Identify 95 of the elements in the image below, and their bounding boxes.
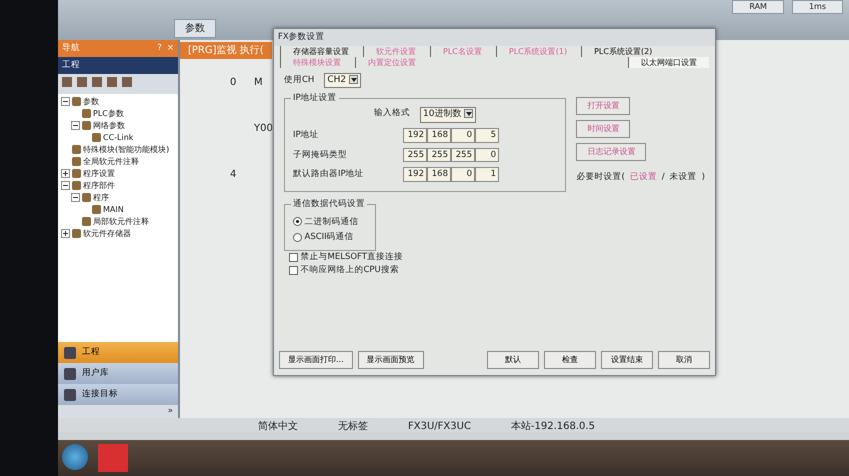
status-text: 本站-192.168.0.5 bbox=[510, 420, 595, 431]
step-number: 4 bbox=[230, 168, 238, 182]
field-label: 子网掩码类型 bbox=[293, 148, 348, 162]
field-label: 默认路由器IP地址 bbox=[293, 168, 365, 181]
tree-item[interactable]: 软元件存储器 bbox=[83, 228, 131, 240]
dialog-button[interactable]: 显示画面打印... bbox=[279, 351, 353, 369]
device-label: M bbox=[254, 76, 263, 90]
note-text: 未设置 bbox=[670, 170, 697, 184]
octet-field[interactable]: 5 bbox=[475, 128, 499, 142]
tree-item[interactable]: PLC参数 bbox=[93, 108, 124, 120]
octet-field[interactable]: 255 bbox=[427, 148, 451, 162]
tab[interactable]: 以太网端口设置 bbox=[628, 56, 709, 68]
node-icon bbox=[72, 145, 81, 154]
expand-toggle[interactable] bbox=[71, 121, 80, 130]
octet-field[interactable]: 168 bbox=[427, 167, 451, 182]
section-title: 工程 bbox=[58, 56, 178, 74]
checkbox-label: 不响应网络上的CPU搜索 bbox=[300, 264, 399, 276]
node-icon bbox=[72, 169, 81, 178]
checkbox-label: 禁止与MELSOFT直接连接 bbox=[300, 251, 403, 264]
settings-button[interactable]: 日志记录设置 bbox=[576, 142, 646, 161]
dialog-button[interactable]: 显示画面预览 bbox=[358, 351, 424, 369]
dialog-button[interactable]: 默认 bbox=[487, 351, 539, 369]
status-text: FX3U/FX3UC bbox=[408, 420, 471, 431]
format-dropdown[interactable]: 10进制数 bbox=[420, 107, 476, 123]
expand-toggle[interactable] bbox=[61, 181, 70, 190]
octet-field[interactable]: 0 bbox=[475, 148, 499, 162]
octet-field[interactable]: 1 bbox=[475, 167, 499, 182]
radio-button[interactable] bbox=[293, 217, 302, 226]
node-icon bbox=[82, 121, 91, 130]
radio-label: ASCII码通信 bbox=[304, 230, 354, 244]
node-icon bbox=[92, 133, 101, 142]
octet-field[interactable]: 255 bbox=[451, 148, 475, 162]
status-text: 简体中文 bbox=[258, 420, 298, 431]
note-text: ) bbox=[702, 170, 705, 184]
expand-toggle[interactable] bbox=[61, 97, 70, 106]
radio-button[interactable] bbox=[293, 232, 302, 242]
panel-title: 导航 bbox=[62, 42, 80, 55]
tree-item[interactable]: 网络参数 bbox=[93, 120, 125, 132]
dialog-button[interactable]: 检查 bbox=[544, 351, 596, 369]
step-number: 0 bbox=[230, 76, 238, 90]
tree-item[interactable]: 局部软元件注释 bbox=[93, 216, 149, 228]
start-button[interactable] bbox=[62, 444, 88, 470]
view-icon bbox=[64, 368, 76, 380]
expand-toggle[interactable] bbox=[61, 169, 70, 178]
node-icon bbox=[72, 97, 81, 106]
status-field: 1ms bbox=[792, 0, 843, 14]
status-text: 无标签 bbox=[338, 420, 368, 431]
tree-item[interactable]: 程序设置 bbox=[83, 168, 115, 180]
note-text: / bbox=[662, 170, 665, 184]
status-field: RAM bbox=[732, 0, 784, 14]
field-label: IP地址 bbox=[293, 128, 320, 142]
octet-field[interactable]: 255 bbox=[403, 148, 427, 162]
settings-button[interactable]: 打开设置 bbox=[576, 96, 630, 115]
settings-button[interactable]: 时间设置 bbox=[576, 120, 630, 138]
node-icon bbox=[82, 193, 91, 202]
octet-field[interactable]: 168 bbox=[427, 128, 451, 142]
field-label: 输入格式 bbox=[374, 107, 410, 120]
tree-item[interactable]: MAIN bbox=[103, 204, 124, 216]
view-icon bbox=[64, 388, 76, 401]
view-tab[interactable]: 连接目标 bbox=[58, 384, 178, 406]
tab[interactable]: 存储器容量设置 bbox=[280, 46, 361, 57]
tree-item[interactable]: CC-Link bbox=[103, 132, 134, 144]
checkbox[interactable] bbox=[289, 266, 298, 275]
expand-toggle[interactable] bbox=[61, 229, 70, 238]
expand-toggle[interactable] bbox=[71, 193, 80, 202]
device-label: Y00 bbox=[254, 122, 273, 136]
tree-item[interactable]: 程序部件 bbox=[83, 180, 115, 192]
dialog-title: FX参数设置 bbox=[274, 29, 715, 46]
octet-field[interactable]: 0 bbox=[451, 167, 475, 182]
radio-label: 二进制码通信 bbox=[304, 216, 358, 228]
node-icon bbox=[82, 109, 91, 118]
octet-field[interactable]: 192 bbox=[403, 167, 427, 182]
node-icon bbox=[72, 181, 81, 190]
node-icon bbox=[92, 205, 101, 214]
tree-item[interactable]: 参数 bbox=[83, 96, 99, 108]
channel-dropdown[interactable]: CH2 bbox=[324, 72, 362, 88]
tree-item[interactable]: 程序 bbox=[93, 192, 109, 204]
note-text: 必要时设置( bbox=[576, 170, 625, 184]
field-label: 使用CH bbox=[284, 74, 314, 87]
octet-field[interactable]: 192 bbox=[403, 128, 427, 142]
tree-item[interactable]: 全局软元件注释 bbox=[83, 156, 139, 168]
view-tab[interactable]: 用户库 bbox=[58, 363, 178, 384]
toolbar-tab[interactable]: 参数 bbox=[174, 19, 216, 38]
dialog-button[interactable]: 设置结束 bbox=[601, 351, 653, 369]
more-button[interactable]: » bbox=[58, 405, 178, 418]
octet-field[interactable]: 0 bbox=[451, 128, 475, 142]
node-icon bbox=[72, 157, 81, 166]
dialog-button[interactable]: 取消 bbox=[658, 351, 710, 369]
checkbox[interactable] bbox=[289, 252, 298, 262]
node-icon bbox=[72, 229, 81, 238]
tree-item[interactable]: 特殊模块(智能功能模块) bbox=[83, 144, 170, 156]
view-icon bbox=[64, 346, 76, 359]
note-text: 已设置 bbox=[630, 170, 657, 184]
node-icon bbox=[82, 217, 91, 226]
view-tab[interactable]: 工程 bbox=[58, 342, 178, 364]
